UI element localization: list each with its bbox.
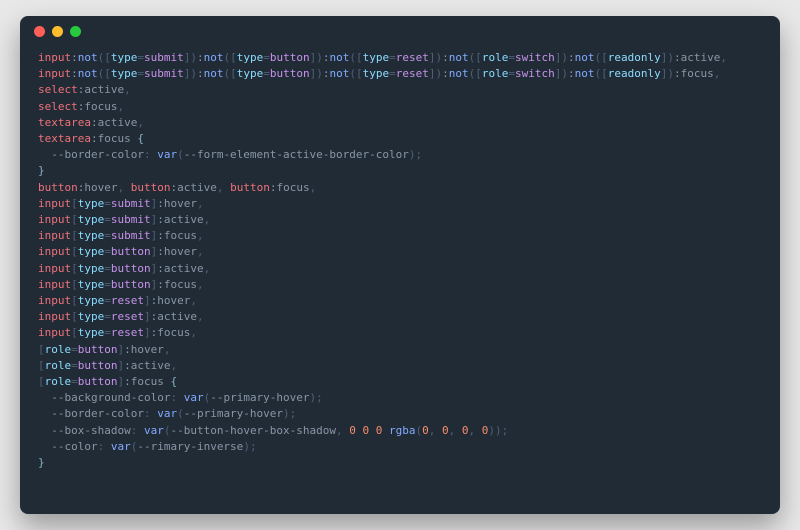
titlebar	[20, 16, 780, 46]
minimize-icon[interactable]	[52, 26, 63, 37]
code-content: input:not([type=submit]):not([type=butto…	[20, 46, 780, 514]
close-icon[interactable]	[34, 26, 45, 37]
zoom-icon[interactable]	[70, 26, 81, 37]
code-window: input:not([type=submit]):not([type=butto…	[20, 16, 780, 514]
